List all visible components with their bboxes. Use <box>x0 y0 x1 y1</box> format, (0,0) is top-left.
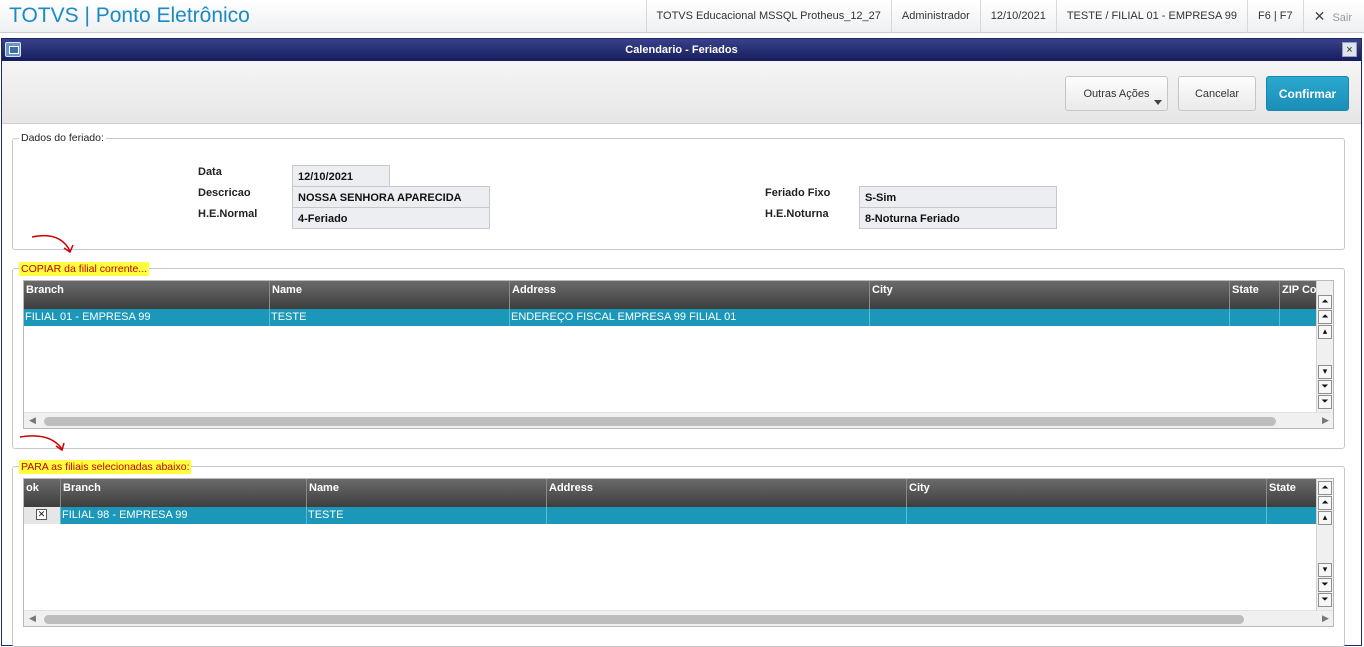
dialog-titlebar: Calendario - Feriados × <box>2 39 1361 61</box>
grid-header: ok Branch Name Address City State <box>24 479 1333 507</box>
column-header[interactable]: Address <box>547 479 907 507</box>
source-branch-group: COPIAR da filial corrente... Branch Name… <box>12 268 1345 449</box>
scroll-page-up-icon[interactable]: ⏶ <box>1318 496 1332 510</box>
table-cell <box>907 507 1267 524</box>
date-field-label: Data <box>198 166 222 178</box>
column-header[interactable]: State <box>1230 281 1280 309</box>
column-header[interactable]: State <box>1267 479 1318 507</box>
source-branch-grid: Branch Name Address City State ZIP Code … <box>23 280 1334 429</box>
scroll-up-icon[interactable]: ▴ <box>1318 325 1332 339</box>
caret-down-icon <box>1154 100 1162 105</box>
environment-label[interactable]: TOTVS Educacional MSSQL Protheus_12_27 <box>646 0 891 33</box>
scroll-left-icon[interactable]: ◀ <box>29 415 36 426</box>
scroll-right-icon[interactable]: ▶ <box>1322 415 1329 426</box>
user-label[interactable]: Administrador <box>891 0 980 33</box>
confirm-button[interactable]: Confirmar <box>1266 76 1349 111</box>
scroll-thumb[interactable] <box>44 417 1276 426</box>
dialog-toolbar: Outras Ações Cancelar Confirmar <box>2 61 1361 124</box>
annotation-arrow-icon <box>30 231 80 257</box>
horizontal-scrollbar[interactable]: ◀ ▶ <box>24 610 1334 627</box>
column-header[interactable]: City <box>907 479 1267 507</box>
table-row[interactable]: FILIAL 01 - EMPRESA 99 TESTE ENDEREÇO FI… <box>24 309 1333 326</box>
session-info: TOTVS Educacional MSSQL Protheus_12_27 A… <box>646 0 1364 33</box>
column-header[interactable]: Address <box>510 281 870 309</box>
table-cell: TESTE <box>307 507 547 524</box>
holiday-data-legend: Dados do feriado: <box>19 132 106 144</box>
table-cell: FILIAL 98 - EMPRESA 99 <box>61 507 307 524</box>
scroll-down-icon[interactable]: ▾ <box>1318 563 1332 577</box>
app-header: TOTVS | Ponto Eletrônico TOTVS Educacion… <box>0 0 1364 33</box>
table-cell <box>1230 309 1280 326</box>
table-cell: ✕ <box>24 507 61 524</box>
scroll-page-up-icon[interactable]: ⏶ <box>1318 310 1332 324</box>
column-header[interactable]: ok <box>24 479 61 507</box>
scroll-bottom-icon[interactable]: ⏷ <box>1318 593 1332 607</box>
fixed-holiday-field[interactable]: S-Sim <box>859 186 1057 208</box>
description-field[interactable]: NOSSA SENHORA APARECIDA <box>292 186 490 208</box>
dialog-title: Calendario - Feriados <box>625 44 737 56</box>
target-branch-grid: ok Branch Name Address City State ✕ FILI… <box>23 478 1334 627</box>
holiday-dialog: Calendario - Feriados × Outras Ações Can… <box>1 38 1362 646</box>
scroll-thumb[interactable] <box>44 615 1244 624</box>
scroll-bottom-icon[interactable]: ⏷ <box>1318 395 1332 409</box>
column-header[interactable]: ZIP Code <box>1280 281 1318 309</box>
source-branch-legend: COPIAR da filial corrente... <box>19 262 149 276</box>
scroll-top-icon[interactable]: ⏶ <box>1318 295 1332 309</box>
scroll-down-icon[interactable]: ▾ <box>1318 365 1332 379</box>
table-cell: ENDEREÇO FISCAL EMPRESA 99 FILIAL 01 <box>510 309 870 326</box>
target-branch-group: PARA as filiais selecionadas abaixo: ok … <box>12 466 1345 647</box>
scroll-page-down-icon[interactable]: ⏷ <box>1318 578 1332 592</box>
he-normal-field[interactable]: 4-Feriado <box>292 207 490 229</box>
more-actions-label: Outras Ações <box>1083 88 1149 100</box>
column-header[interactable]: City <box>870 281 1230 309</box>
exit-label: Sair <box>1332 12 1352 24</box>
window-icon <box>5 42 21 57</box>
close-icon: ✕ <box>1314 8 1326 24</box>
table-cell: TESTE <box>270 309 510 326</box>
scroll-right-icon[interactable]: ▶ <box>1322 613 1329 624</box>
vertical-scrollbar[interactable]: ⏶ ⏶ ▴ ▾ ⏷ ⏷ <box>1316 479 1333 611</box>
more-actions-button[interactable]: Outras Ações <box>1065 76 1168 111</box>
company-label[interactable]: TESTE / FILIAL 01 - EMPRESA 99 <box>1056 0 1247 33</box>
table-cell <box>870 309 1230 326</box>
annotation-arrow-icon <box>18 433 68 455</box>
date-field[interactable]: 12/10/2021 <box>292 165 390 187</box>
shortcuts-label[interactable]: F6 | F7 <box>1247 0 1303 33</box>
he-night-field[interactable]: 8-Noturna Feriado <box>859 207 1057 229</box>
row-checkbox[interactable]: ✕ <box>36 509 47 520</box>
date-label[interactable]: 12/10/2021 <box>980 0 1056 33</box>
he-night-field-label: H.E.Noturna <box>765 208 829 220</box>
table-cell: FILIAL 01 - EMPRESA 99 <box>24 309 270 326</box>
app-title: TOTVS | Ponto Eletrônico <box>9 4 250 28</box>
cancel-button[interactable]: Cancelar <box>1178 76 1256 111</box>
column-header[interactable]: Name <box>307 479 547 507</box>
table-cell <box>1267 507 1318 524</box>
dialog-close-button[interactable]: × <box>1342 42 1357 57</box>
table-cell <box>1280 309 1318 326</box>
scroll-up-icon[interactable]: ▴ <box>1318 511 1332 525</box>
target-branch-legend: PARA as filiais selecionadas abaixo: <box>19 460 191 474</box>
scroll-top-icon[interactable]: ⏶ <box>1318 481 1332 495</box>
horizontal-scrollbar[interactable]: ◀ ▶ <box>24 412 1334 429</box>
column-header[interactable]: Name <box>270 281 510 309</box>
scroll-page-down-icon[interactable]: ⏷ <box>1318 380 1332 394</box>
exit-button[interactable]: ✕ Sair <box>1303 0 1364 33</box>
table-cell <box>547 507 907 524</box>
fixed-holiday-field-label: Feriado Fixo <box>765 187 830 199</box>
description-field-label: Descricao <box>198 187 251 199</box>
scroll-left-icon[interactable]: ◀ <box>29 613 36 624</box>
vertical-scrollbar[interactable]: ⏶ ⏶ ▴ ▾ ⏷ ⏷ <box>1316 281 1333 413</box>
grid-header: Branch Name Address City State ZIP Code <box>24 281 1333 309</box>
column-header[interactable]: Branch <box>24 281 270 309</box>
holiday-data-group: Dados do feriado: Data 12/10/2021 Descri… <box>12 138 1345 250</box>
he-normal-field-label: H.E.Normal <box>198 208 257 220</box>
table-row[interactable]: ✕ FILIAL 98 - EMPRESA 99 TESTE <box>24 507 1333 524</box>
column-header[interactable]: Branch <box>61 479 307 507</box>
